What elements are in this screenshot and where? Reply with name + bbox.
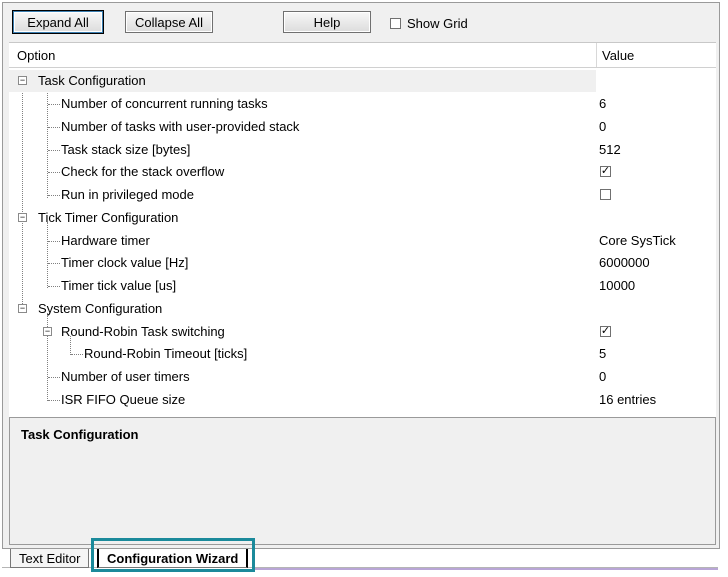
option-column-header[interactable]: Option <box>17 48 55 63</box>
collapse-icon[interactable]: − <box>43 327 52 336</box>
toolbar: Expand All Collapse All Help Show Grid <box>3 3 719 43</box>
tree-branch <box>48 263 60 264</box>
option-label: Hardware timer <box>61 233 150 248</box>
option-label: ISR FIFO Queue size <box>61 392 186 407</box>
option-value[interactable]: 512 <box>599 142 621 157</box>
tab-text-editor[interactable]: Text Editor <box>10 549 90 568</box>
editor-tabs: Text Editor Configuration Wizard <box>0 547 728 577</box>
option-row[interactable]: Hardware timer Core SysTick <box>9 230 716 252</box>
tree-row-task-configuration[interactable]: − Task Configuration <box>9 70 596 92</box>
option-row[interactable]: Number of tasks with user-provided stack… <box>9 116 716 138</box>
option-row[interactable]: Number of concurrent running tasks 6 <box>9 93 716 115</box>
column-divider[interactable] <box>596 43 597 67</box>
tree-branch <box>48 150 60 151</box>
tree-branch <box>48 400 60 401</box>
tree-branch <box>71 354 83 355</box>
tree-branch <box>48 377 60 378</box>
tree-branch <box>48 172 60 173</box>
option-row[interactable]: Task stack size [bytes] 512 <box>9 139 716 161</box>
option-row[interactable]: Number of user timers 0 <box>9 366 716 388</box>
description-title: Task Configuration <box>21 427 139 442</box>
option-value[interactable]: Core SysTick <box>599 233 676 248</box>
option-label: Check for the stack overflow <box>61 164 225 179</box>
tree-branch <box>48 286 60 287</box>
tree-branch <box>48 127 60 128</box>
show-grid-checkbox[interactable] <box>390 18 401 29</box>
tree-row-round-robin[interactable]: − Round-Robin Task switching ✓ <box>9 321 716 343</box>
option-row[interactable]: Run in privileged mode <box>9 184 716 206</box>
collapse-icon[interactable]: − <box>18 304 27 313</box>
option-label: Number of concurrent running tasks <box>61 96 268 111</box>
value-column-header[interactable]: Value <box>602 48 634 63</box>
expand-all-button[interactable]: Expand All <box>13 11 103 33</box>
option-value[interactable]: 6000000 <box>599 255 650 270</box>
option-row[interactable]: Check for the stack overflow ✓ <box>9 161 716 183</box>
tree-branch <box>48 104 60 105</box>
status-line <box>255 568 718 570</box>
help-button[interactable]: Help <box>283 11 371 33</box>
option-value[interactable]: 0 <box>599 369 606 384</box>
stack-overflow-checkbox[interactable]: ✓ <box>600 166 611 177</box>
round-robin-checkbox[interactable]: ✓ <box>600 326 611 337</box>
option-value[interactable]: 10000 <box>599 278 635 293</box>
group-label: Tick Timer Configuration <box>38 210 179 225</box>
tree-row-system-configuration[interactable]: − System Configuration <box>9 298 716 320</box>
collapse-all-button[interactable]: Collapse All <box>125 11 213 33</box>
show-grid-label: Show Grid <box>407 16 468 31</box>
tree-branch <box>48 241 60 242</box>
option-label: Task stack size [bytes] <box>61 142 191 157</box>
privileged-mode-checkbox[interactable] <box>600 189 611 200</box>
option-value[interactable]: 5 <box>599 346 606 361</box>
option-label: Round-Robin Timeout [ticks] <box>84 346 248 361</box>
group-label: System Configuration <box>38 301 163 316</box>
option-row[interactable]: Round-Robin Timeout [ticks] 5 <box>9 343 716 365</box>
option-value[interactable]: 6 <box>599 96 606 111</box>
grid-header: Option Value <box>9 43 716 68</box>
option-row[interactable]: Timer tick value [us] 10000 <box>9 275 716 297</box>
option-label: Timer tick value [us] <box>61 278 177 293</box>
collapse-icon[interactable]: − <box>18 213 27 222</box>
option-value[interactable]: 16 entries <box>599 392 656 407</box>
option-label: Timer clock value [Hz] <box>61 255 189 270</box>
show-grid-toggle[interactable]: Show Grid <box>390 16 468 31</box>
option-row[interactable]: ISR FIFO Queue size 16 entries <box>9 389 716 411</box>
tab-configuration-wizard[interactable]: Configuration Wizard <box>97 549 249 568</box>
description-pane: Task Configuration <box>9 417 716 545</box>
group-label: Task Configuration <box>38 73 146 88</box>
collapse-icon[interactable]: − <box>18 76 27 85</box>
option-label: Number of tasks with user-provided stack <box>61 119 300 134</box>
options-grid: Option Value − Task Configuration Number… <box>9 42 716 418</box>
tree-branch <box>48 195 60 196</box>
option-label: Run in privileged mode <box>61 187 194 202</box>
option-value[interactable]: 0 <box>599 119 606 134</box>
option-row[interactable]: Timer clock value [Hz] 6000000 <box>9 252 716 274</box>
option-label: Round-Robin Task switching <box>61 324 225 339</box>
tree-row-tick-timer-configuration[interactable]: − Tick Timer Configuration <box>9 207 716 229</box>
option-label: Number of user timers <box>61 369 190 384</box>
